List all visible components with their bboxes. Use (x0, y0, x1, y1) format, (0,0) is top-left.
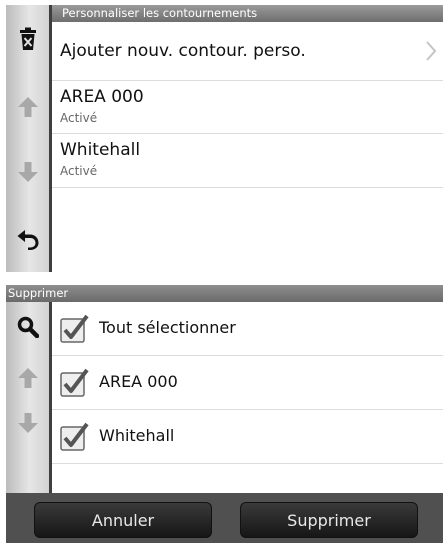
arrow-down-icon (17, 413, 38, 433)
search-button[interactable] (6, 307, 49, 347)
delete-confirm-button[interactable]: Supprimer (240, 502, 418, 538)
item-title: AREA 000 (60, 87, 144, 107)
list-item-whitehall[interactable]: Whitehall (52, 410, 443, 464)
scroll-up-button[interactable] (6, 358, 49, 398)
delete-button[interactable] (6, 19, 49, 59)
customize-avoidances-screen: Personnaliser les contournements Ajouter… (6, 5, 443, 272)
back-button[interactable] (6, 219, 49, 259)
trash-icon (19, 27, 36, 50)
scroll-down-button[interactable] (6, 152, 49, 192)
scroll-up-button[interactable] (6, 87, 49, 127)
action-bar: Annuler Supprimer (6, 493, 443, 543)
delete-screen: Supprimer Tout sélectionner AREA 000 Whi… (6, 285, 443, 543)
item-title: Ajouter nouv. contour. perso. (60, 41, 306, 61)
arrow-down-icon (17, 162, 38, 182)
list-item-area-000[interactable]: AREA 000 Activé (52, 81, 443, 134)
item-status: Activé (60, 111, 98, 125)
list-item-select-all[interactable]: Tout sélectionner (52, 302, 443, 356)
list-item-area-000[interactable]: AREA 000 (52, 356, 443, 410)
list-item-add-custom-avoidance[interactable]: Ajouter nouv. contour. perso. (52, 22, 443, 81)
item-label: Whitehall (99, 426, 175, 445)
cancel-button[interactable]: Annuler (34, 502, 212, 538)
item-title: Whitehall (60, 140, 141, 160)
item-label: Tout sélectionner (99, 318, 236, 337)
checkbox-checked-icon[interactable] (60, 421, 90, 451)
chevron-right-icon (426, 41, 437, 61)
arrow-up-icon (17, 368, 38, 388)
back-arrow-icon (17, 230, 38, 250)
arrow-up-icon (17, 97, 38, 117)
checkbox-checked-icon[interactable] (60, 367, 90, 397)
scroll-down-button[interactable] (6, 403, 49, 443)
item-status: Activé (60, 164, 98, 178)
screen-title: Personnaliser les contournements (52, 5, 443, 22)
item-label: AREA 000 (99, 372, 178, 391)
search-icon (17, 316, 39, 338)
screen-title: Supprimer (6, 285, 443, 302)
list-item-whitehall[interactable]: Whitehall Activé (52, 134, 443, 188)
checkbox-checked-icon[interactable] (60, 313, 90, 343)
